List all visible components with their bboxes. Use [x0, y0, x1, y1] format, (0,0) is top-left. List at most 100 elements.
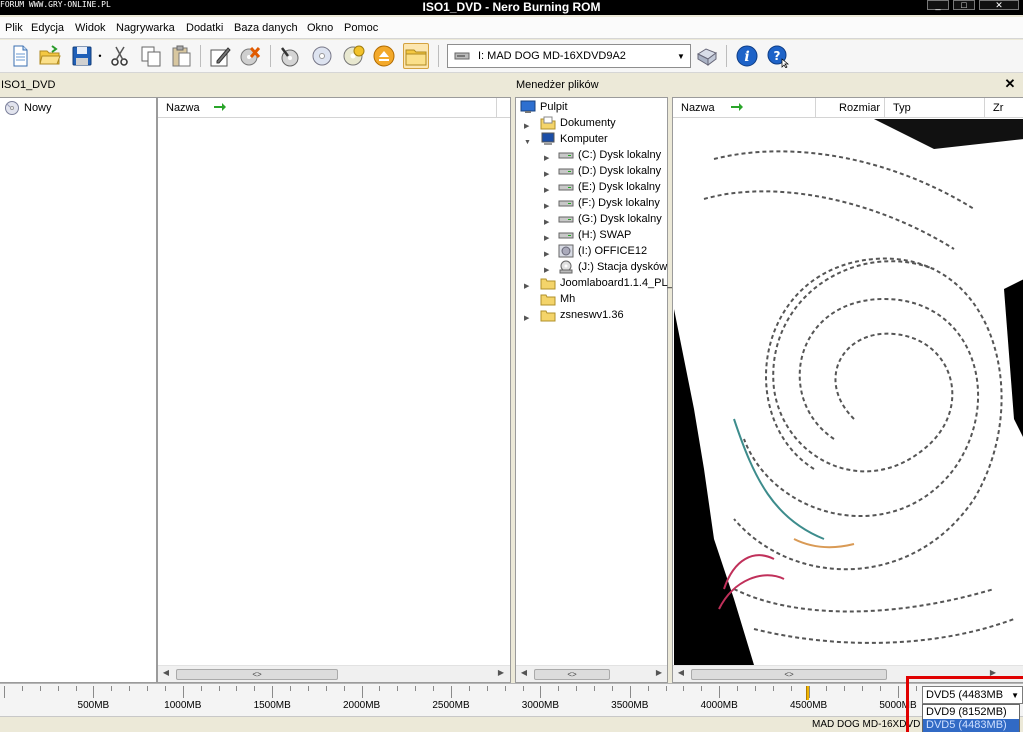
hard-drive-icon: [558, 228, 574, 242]
ruler-tick-label: 3500MB: [611, 700, 649, 711]
column-typ[interactable]: Typ: [885, 98, 985, 118]
expand-icon[interactable]: ▶: [544, 247, 549, 263]
scroll-thumb[interactable]: <>: [176, 669, 338, 680]
expand-icon[interactable]: ▶: [544, 199, 549, 215]
menu-baza-danych[interactable]: Baza danych: [234, 21, 298, 35]
ruler-tick: [21, 686, 23, 691]
expand-icon[interactable]: ▶: [524, 279, 529, 295]
file-manager-close-button[interactable]: ✕: [1004, 77, 1016, 91]
open-folder-icon[interactable]: [37, 43, 63, 69]
drive-select[interactable]: I: MAD DOG MD-16XDVD9A2 ▼: [447, 44, 691, 68]
disc-icon: [4, 101, 20, 115]
save-dropdown-icon[interactable]: •: [96, 43, 104, 69]
compilation-column-header: Nazwa: [158, 98, 510, 118]
scroll-left-icon[interactable]: ◀: [160, 668, 172, 677]
cut-icon[interactable]: [107, 43, 133, 69]
ruler-tick-label: 1500MB: [253, 700, 291, 711]
menu-edycja[interactable]: Edycja: [31, 21, 64, 35]
menu-dodatki[interactable]: Dodatki: [186, 21, 223, 35]
svg-text:?: ?: [774, 49, 781, 63]
column-rozmiar[interactable]: Rozmiar: [816, 98, 885, 118]
edit-compilation-icon[interactable]: [207, 43, 233, 69]
disc-drive-icon: [558, 260, 574, 274]
ruler-tick: [218, 686, 220, 691]
tree-item-label: zsneswv1.36: [560, 309, 624, 321]
tree-item-label: Joomlaboard1.1.4_PL_: [560, 277, 674, 289]
menu-widok[interactable]: Widok: [75, 21, 106, 35]
capacity-ruler: 500MB 1000MB 1500MB 2000MB 2500MB 3000MB 3500M…: [0, 683, 1023, 716]
new-icon[interactable]: [7, 43, 33, 69]
expand-icon[interactable]: ▶: [544, 183, 549, 199]
compilation-tree-pane[interactable]: Nowy: [0, 97, 157, 683]
browser-folder-icon[interactable]: [403, 43, 429, 69]
maximize-button[interactable]: □: [953, 0, 975, 10]
ruler-tick: [164, 686, 166, 691]
ruler-tick: [415, 686, 417, 691]
copy-disc-icon[interactable]: [309, 43, 335, 69]
tree-item-label: (E:) Dysk lokalny: [578, 181, 661, 193]
record-icon[interactable]: [277, 43, 303, 69]
scroll-right-icon[interactable]: ▶: [495, 668, 507, 677]
scroll-thumb[interactable]: <>: [691, 669, 887, 680]
title-bar: FORUM WWW.GRY-ONLINE.PL ISO1_DVD - Nero …: [0, 0, 1023, 15]
tree-item-label: (C:) Dysk lokalny: [578, 149, 662, 161]
file-manager-list[interactable]: Nazwa Rozmiar Typ Zr ◀ <> ▶: [672, 97, 1023, 683]
horizontal-scrollbar[interactable]: ◀ <> ▶: [516, 665, 667, 682]
about-icon[interactable]: i: [734, 43, 760, 69]
paste-icon[interactable]: [168, 43, 194, 69]
minimize-button[interactable]: _: [927, 0, 949, 10]
menu-plik[interactable]: Plik: [5, 21, 23, 35]
file-manager-tree[interactable]: Pulpit ▶ Dokumenty ▼ Komputer ▶ (C:) Dys…: [515, 97, 674, 683]
ruler-tick: [880, 686, 882, 691]
recorder-icon[interactable]: [694, 43, 720, 69]
expand-icon[interactable]: ▶: [544, 151, 549, 167]
column-zr[interactable]: Zr: [985, 98, 1023, 118]
scroll-thumb[interactable]: <>: [534, 669, 610, 680]
toolbar-separator: [726, 45, 727, 67]
expand-icon[interactable]: ▶: [544, 231, 549, 247]
ruler-tick-label: 2000MB: [342, 700, 381, 711]
highlight-annotation-box: [906, 676, 1023, 732]
expand-icon[interactable]: ▶: [524, 119, 529, 135]
help-icon[interactable]: ?: [765, 43, 791, 69]
column-nazwa[interactable]: Nazwa: [158, 98, 497, 118]
expand-icon[interactable]: ▶: [544, 167, 549, 183]
ruler-tick: [898, 686, 899, 698]
expand-icon[interactable]: ▶: [544, 215, 549, 231]
ruler-tick: [629, 686, 631, 698]
erase-disc-icon[interactable]: [238, 43, 264, 69]
window-title: ISO1_DVD - Nero Burning ROM: [422, 0, 601, 14]
ruler-tick: [808, 686, 810, 698]
ruler-tick: [540, 686, 542, 698]
scroll-left-icon[interactable]: ◀: [675, 668, 687, 677]
ruler-tick: [504, 686, 506, 691]
save-icon[interactable]: [69, 43, 95, 69]
copy-icon[interactable]: [138, 43, 164, 69]
menu-pomoc[interactable]: Pomoc: [344, 21, 378, 35]
horizontal-scrollbar[interactable]: ◀ <> ▶: [158, 665, 510, 682]
menu-nagrywarka[interactable]: Nagrywarka: [116, 21, 175, 35]
file-manager-column-header: Nazwa Rozmiar Typ Zr: [673, 98, 1023, 118]
eject-icon[interactable]: [371, 43, 397, 69]
tree-item-label: Dokumenty: [560, 117, 616, 129]
column-nazwa[interactable]: Nazwa: [673, 98, 816, 118]
disc-info-icon[interactable]: [340, 43, 366, 69]
scroll-left-icon[interactable]: ◀: [518, 668, 530, 677]
ruler-tick-label: 4000MB: [700, 700, 738, 711]
collapse-icon[interactable]: ▼: [524, 135, 531, 151]
ruler-tick: [647, 686, 649, 691]
ruler-tick: [433, 686, 435, 691]
folder-icon: [540, 292, 556, 306]
ruler-tick: [379, 686, 381, 691]
close-button[interactable]: ✕: [979, 0, 1019, 10]
menu-okno[interactable]: Okno: [307, 21, 333, 35]
chevron-down-icon[interactable]: ▼: [673, 46, 689, 66]
scroll-right-icon[interactable]: ▶: [653, 668, 665, 677]
compilation-file-list[interactable]: Nazwa ◀ <> ▶: [157, 97, 511, 683]
ruler-tick: [93, 686, 95, 698]
ruler-tick: [129, 686, 131, 691]
hard-drive-icon: [558, 148, 574, 162]
tree-item-label: Nowy: [24, 102, 52, 114]
expand-icon[interactable]: ▶: [524, 311, 529, 327]
tree-item-label: Komputer: [560, 133, 608, 145]
